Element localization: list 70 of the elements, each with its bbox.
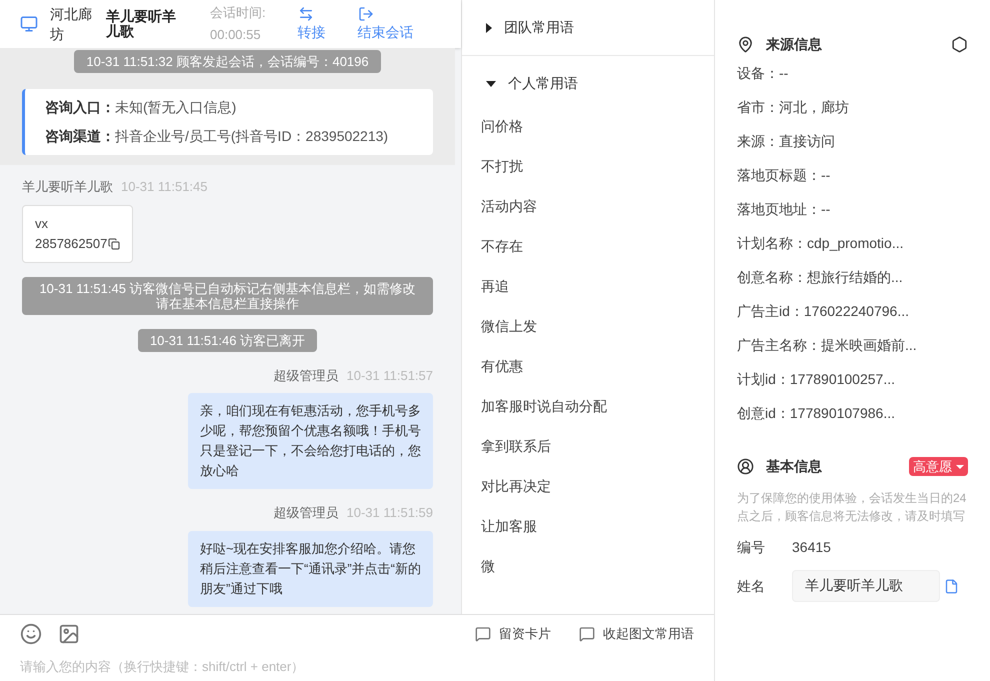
field-label: 编号 <box>737 538 766 557</box>
phrase-item[interactable]: 不打扰 <box>481 156 695 177</box>
phrase-item[interactable]: 活动内容 <box>481 196 695 217</box>
phrase-group-header[interactable]: 个人常用语 <box>462 56 714 111</box>
message-text: 2857862507 <box>35 234 108 252</box>
info-row-text: 省市：河北，廊坊 <box>737 98 850 117</box>
composer-tool-button[interactable]: 留资卡片 <box>475 624 551 644</box>
message-time: 10-31 11:51:57 <box>346 366 433 384</box>
location-pin-icon <box>737 36 754 53</box>
system-message: 10-31 11:51:46 访客已离开 <box>138 328 318 352</box>
intent-tag[interactable]: 高意愿 <box>909 457 968 476</box>
phrase-item[interactable]: 微 <box>481 556 695 577</box>
entry-label: 咨询渠道： <box>45 127 115 146</box>
info-row-text: 广告主id：176022240796... <box>737 302 910 321</box>
emoji-icon[interactable] <box>20 623 42 645</box>
name-field[interactable]: 羊儿要听羊儿歌 <box>792 570 940 602</box>
field-label: 姓名 <box>737 576 766 596</box>
message-icon <box>579 626 595 642</box>
document-icon[interactable] <box>944 578 959 594</box>
sender-name: 羊儿要听羊儿歌 <box>22 178 113 196</box>
info-row-text: 创意id：177890107986... <box>737 404 896 423</box>
info-row-text: 来源：直接访问 <box>737 132 836 151</box>
message-bubble: 好哒~现在安排客服加您介绍哈。请您稍后注意查看一下“通讯录”并点击“新的朋友”通过下哦 <box>188 530 433 606</box>
sender-name: 超级管理员 <box>274 366 338 384</box>
phrase-item[interactable]: 拿到联系后 <box>481 436 695 457</box>
section-title: 基本信息 <box>766 457 822 476</box>
message-time: 10-31 11:51:45 <box>121 178 208 196</box>
info-row-text: 落地页标题：-- <box>737 166 832 185</box>
sender-name: 超级管理员 <box>274 504 338 522</box>
phrase-item[interactable]: 微信上发 <box>481 316 695 337</box>
message-text: vx <box>35 214 48 232</box>
phrase-item[interactable]: 不存在 <box>481 236 695 257</box>
info-row-text: 设备：-- <box>737 64 790 83</box>
user-icon <box>737 458 754 475</box>
message-icon <box>475 626 491 642</box>
info-row-text: 创意名称：想旅行结婚的... <box>737 268 904 287</box>
phrase-item[interactable]: 问价格 <box>481 116 695 137</box>
customer-name: 羊儿要听羊儿歌 <box>106 9 177 39</box>
caret-icon <box>956 464 964 468</box>
notice-text: 为了保障您的使用体验，会话发生当日的24点之后，顾客信息将无法修改，请及时填写 <box>737 490 968 525</box>
info-row-text: 广告主名称：提米映画婚前... <box>737 336 918 355</box>
exit-icon <box>358 6 374 22</box>
customer-region: 河北廊坊 <box>50 5 93 44</box>
phrase-item[interactable]: 让加客服 <box>481 516 695 537</box>
phrase-item[interactable]: 有优惠 <box>481 356 695 377</box>
field-value: 36415 <box>792 538 831 557</box>
settings-icon[interactable] <box>951 36 968 53</box>
system-message: 10-31 11:51:45 访客微信号已自动标记右侧基本信息栏，如需修改请在基本信息栏直接操作 <box>22 276 433 314</box>
info-row-text: 落地页地址：-- <box>737 200 832 219</box>
timer-label: 会话时间: <box>210 4 266 22</box>
entry-value: 抖音企业号/员工号(抖音号ID：2839502213) <box>115 127 388 146</box>
info-row-text: 计划id：177890100257... <box>737 370 896 389</box>
phrase-group-header[interactable]: 团队常用语 <box>462 0 598 55</box>
section-title: 来源信息 <box>766 35 822 54</box>
phrase-item[interactable]: 对比再决定 <box>481 476 695 497</box>
monitor-icon <box>20 15 38 33</box>
session-timer: 00:00:55 <box>210 26 262 44</box>
info-row-text: 计划名称：cdp_promotio... <box>737 234 904 253</box>
phrase-item[interactable]: 加客服时说自动分配 <box>481 396 695 417</box>
message-time: 10-31 11:51:59 <box>346 504 433 522</box>
arrows-icon <box>298 6 314 22</box>
entry-value: 未知(暂无入口信息) <box>115 98 236 117</box>
composer-tool-button[interactable]: 收起图文常用语 <box>579 624 694 644</box>
message-input[interactable]: 请输入您的内容（换行快捷键：shift/ctrl + enter） <box>20 657 694 676</box>
phrase-item[interactable]: 再追 <box>481 276 695 297</box>
system-message: 10-31 11:51:32 顾客发起会话，会话编号：40196 <box>74 50 381 73</box>
message-bubble: 亲，咱们现在有钜惠活动，您手机号多少呢，帮您预留个优惠名额哦！手机号只是登记一下，不会给您打电话的，您放心哈 <box>188 393 433 489</box>
image-icon[interactable] <box>58 623 80 645</box>
entry-label: 咨询入口： <box>45 98 115 117</box>
copy-icon[interactable] <box>108 238 120 250</box>
